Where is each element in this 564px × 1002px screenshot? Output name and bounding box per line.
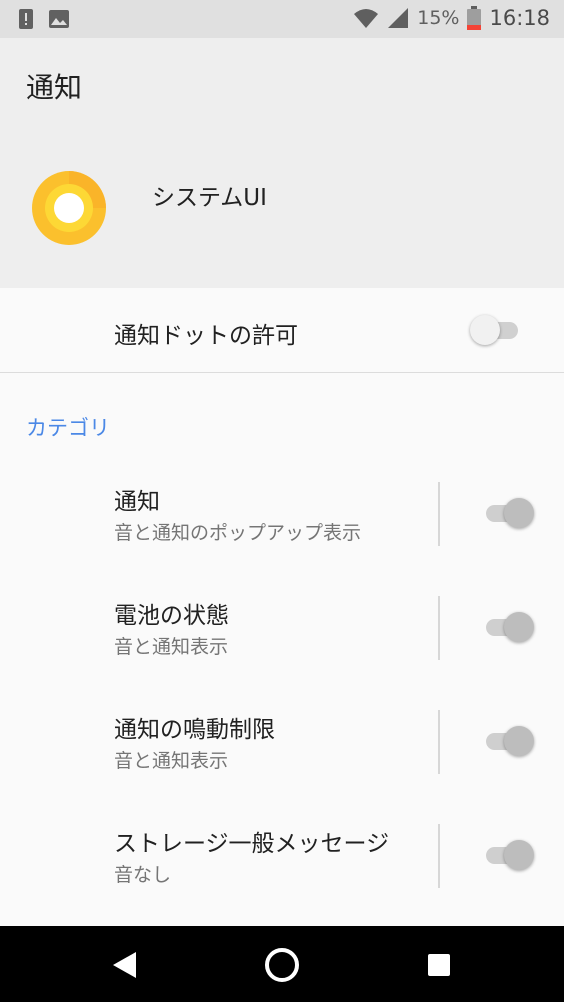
- signal-icon: [388, 8, 409, 28]
- category-item-battery[interactable]: 電池の状態 音と通知表示: [0, 596, 564, 692]
- notification-dot-row[interactable]: 通知ドットの許可: [0, 288, 564, 372]
- vertical-divider: [438, 596, 440, 660]
- wifi-icon: [354, 9, 379, 28]
- battery-icon: [467, 6, 482, 30]
- toggle-thumb: [504, 840, 534, 870]
- battery-percent: 15%: [417, 7, 460, 29]
- category-subtitle: 音と通知のポップアップ表示: [114, 522, 362, 544]
- alert-icon: [19, 9, 33, 29]
- category-title: 通知の鳴動制限: [114, 717, 275, 743]
- page-title: 通知: [26, 71, 83, 104]
- app-name: システムUI: [152, 185, 267, 211]
- category-title: 通知: [114, 489, 160, 515]
- toggle-thumb: [470, 315, 500, 345]
- toggle-thumb: [504, 726, 534, 756]
- category-item-dnd[interactable]: 通知の鳴動制限 音と通知表示: [0, 710, 564, 806]
- vertical-divider: [438, 710, 440, 774]
- status-bar-left: [18, 8, 70, 30]
- status-bar: 15% 16:18: [0, 0, 564, 38]
- section-divider: [0, 372, 564, 373]
- app-header: 通知 システムUI: [0, 38, 564, 288]
- category-toggle[interactable]: [482, 724, 534, 758]
- clock: 16:18: [489, 6, 550, 30]
- category-item-notification[interactable]: 通知 音と通知のポップアップ表示: [0, 482, 564, 578]
- recents-icon[interactable]: [426, 952, 452, 978]
- vertical-divider: [438, 824, 440, 888]
- system-ui-icon: [32, 171, 106, 245]
- category-subtitle: 音と通知表示: [114, 636, 229, 658]
- navigation-bar: [0, 926, 564, 1002]
- status-bar-right: 15% 16:18: [353, 6, 550, 30]
- category-subtitle: 音と通知表示: [114, 750, 229, 772]
- notification-dot-label: 通知ドットの許可: [114, 323, 298, 349]
- category-toggle[interactable]: [482, 496, 534, 530]
- vertical-divider: [438, 482, 440, 546]
- toggle-thumb: [504, 612, 534, 642]
- notification-dot-toggle[interactable]: [470, 313, 522, 347]
- category-toggle[interactable]: [482, 610, 534, 644]
- home-icon[interactable]: [263, 946, 301, 984]
- image-icon: [49, 10, 69, 28]
- category-toggle[interactable]: [482, 838, 534, 872]
- category-item-storage[interactable]: ストレージ一般メッセージ 音なし: [0, 824, 564, 920]
- toggle-thumb: [504, 498, 534, 528]
- category-subtitle: 音なし: [114, 864, 172, 886]
- category-header: カテゴリ: [26, 416, 110, 440]
- back-icon[interactable]: [110, 950, 140, 980]
- category-title: 電池の状態: [114, 603, 229, 629]
- category-title: ストレージ一般メッセージ: [114, 831, 390, 857]
